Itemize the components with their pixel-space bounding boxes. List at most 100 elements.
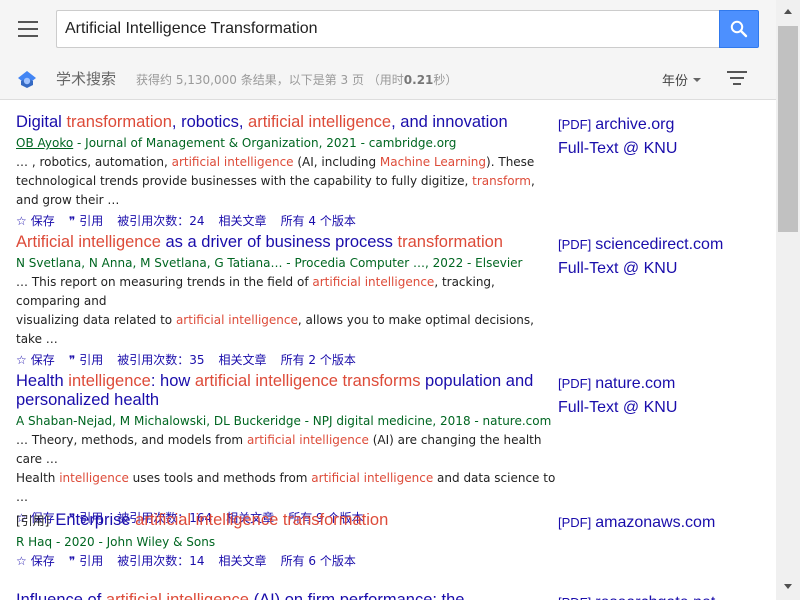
snippet-line: visualizing data related to artificial i… bbox=[16, 311, 561, 349]
caret-down-icon bbox=[693, 77, 702, 82]
snippet-line: … , robotics, automation, artificial int… bbox=[16, 153, 561, 172]
search-result: Artificial intelligence as a driver of b… bbox=[16, 233, 766, 368]
snippet-text: visualizing data related to bbox=[16, 313, 176, 327]
sub-bar: 学术搜索 获得约 5,130,000 条结果，以下是第 3 页 （用时0.21秒… bbox=[0, 58, 776, 100]
snippet-text: artificial intelligence bbox=[171, 155, 294, 169]
save-button[interactable]: ☆ 保存 bbox=[16, 353, 55, 367]
full-text-link[interactable]: Full-Text @ KNU bbox=[558, 396, 768, 420]
scrollbar[interactable] bbox=[776, 0, 800, 600]
snippet-text: … Theory, methods, and models from bbox=[16, 433, 247, 447]
scroll-up-arrow-icon[interactable] bbox=[784, 9, 792, 14]
result-title-link[interactable]: Digital transformation, robotics, artifi… bbox=[16, 113, 546, 132]
snippet-text: ). These bbox=[486, 155, 535, 169]
result-snippet: … Theory, methods, and models from artif… bbox=[16, 431, 561, 507]
save-button[interactable]: ☆ 保存 bbox=[16, 554, 55, 568]
quote-icon: ❞ bbox=[68, 353, 76, 367]
cite-label: 引用 bbox=[79, 554, 104, 568]
scholar-label[interactable]: 学术搜索 bbox=[56, 68, 116, 89]
title-text: Health bbox=[16, 372, 69, 390]
save-label: 保存 bbox=[30, 554, 55, 568]
result-meta: A Shaban-Nejad, M Michalowski, DL Bucker… bbox=[16, 413, 556, 429]
result-side-links: [PDF] researchgate.net bbox=[558, 591, 768, 600]
snippet-text: artificial intelligence bbox=[311, 471, 434, 485]
full-text-link[interactable]: [PDF] researchgate.net bbox=[558, 591, 768, 600]
snippet-text: artificial intelligence bbox=[312, 275, 435, 289]
title-text: , robotics, bbox=[171, 113, 249, 131]
quote-icon: ❞ bbox=[68, 214, 76, 228]
scholar-logo-icon[interactable] bbox=[17, 69, 37, 89]
full-text-link[interactable]: Full-Text @ KNU bbox=[558, 137, 768, 161]
title-text: artificial intelligence bbox=[105, 591, 249, 600]
search-input[interactable] bbox=[56, 10, 719, 48]
snippet-text: transform bbox=[472, 174, 531, 188]
result-stats: 获得约 5,130,000 条结果，以下是第 3 页 （用时0.21秒） bbox=[136, 73, 458, 87]
title-text: transformation bbox=[66, 113, 172, 131]
year-filter-dropdown[interactable]: 年份 bbox=[662, 70, 702, 89]
publication-info: R Haq - 2020 - John Wiley & Sons bbox=[16, 535, 216, 549]
title-text: Enterprise bbox=[55, 511, 136, 529]
cite-label: 引用 bbox=[79, 214, 104, 228]
title-text: , and innovation bbox=[391, 113, 508, 131]
search-button[interactable] bbox=[719, 10, 759, 48]
full-text-link[interactable]: [PDF] amazonaws.com bbox=[558, 511, 768, 535]
title-text: transformation bbox=[397, 233, 503, 251]
scrollbar-thumb[interactable] bbox=[778, 26, 798, 232]
title-text: artificial intelligence transformation bbox=[135, 511, 389, 529]
full-text-link[interactable]: [PDF] nature.com bbox=[558, 372, 768, 396]
cite-label: 引用 bbox=[79, 353, 104, 367]
search-result: Health intelligence: how artificial inte… bbox=[16, 372, 766, 526]
pdf-tag: [PDF] bbox=[558, 237, 592, 252]
all-versions-link[interactable]: 所有 6 个版本 bbox=[281, 554, 356, 568]
related-articles-link[interactable]: 相关文章 bbox=[219, 353, 267, 367]
title-text: (AI) on firm performance: the bbox=[248, 591, 465, 600]
snippet-text: technological trends provide businesses … bbox=[16, 174, 473, 188]
cite-button[interactable]: ❞ 引用 bbox=[69, 214, 103, 228]
author-link[interactable]: OB Ayoko bbox=[16, 136, 73, 150]
star-icon: ☆ bbox=[16, 214, 27, 228]
related-articles-link[interactable]: 相关文章 bbox=[219, 554, 267, 568]
link-text: Full-Text @ KNU bbox=[558, 140, 678, 157]
snippet-line: … Theory, methods, and models from artif… bbox=[16, 431, 561, 469]
save-button[interactable]: ☆ 保存 bbox=[16, 214, 55, 228]
title-text: : how bbox=[150, 372, 195, 390]
all-versions-link[interactable]: 所有 2 个版本 bbox=[281, 353, 356, 367]
publication-info: A Shaban-Nejad, M Michalowski, DL Bucker… bbox=[16, 414, 552, 428]
snippet-text: uses tools and methods from bbox=[128, 471, 312, 485]
result-meta: R Haq - 2020 - John Wiley & Sons bbox=[16, 534, 556, 550]
filter-icon[interactable] bbox=[727, 71, 747, 87]
hamburger-menu-icon[interactable] bbox=[18, 21, 38, 37]
result-meta: OB Ayoko - Journal of Management & Organ… bbox=[16, 135, 556, 151]
scroll-down-arrow-icon[interactable] bbox=[784, 584, 792, 589]
full-text-link[interactable]: [PDF] archive.org bbox=[558, 113, 768, 137]
full-text-link[interactable]: Full-Text @ KNU bbox=[558, 257, 768, 281]
title-text: Digital bbox=[16, 113, 67, 131]
cited-by-link[interactable]: 被引用次数：35 bbox=[117, 353, 204, 367]
result-meta: N Svetlana, N Anna, M Svetlana, G Tatian… bbox=[16, 255, 556, 271]
result-side-links: [PDF] sciencedirect.com Full-Text @ KNU bbox=[558, 233, 768, 281]
publication-info: N Svetlana, N Anna, M Svetlana, G Tatian… bbox=[16, 256, 523, 270]
snippet-text: artificial intelligence bbox=[175, 313, 298, 327]
cite-button[interactable]: ❞ 引用 bbox=[69, 353, 103, 367]
snippet-text: (AI, including bbox=[293, 155, 380, 169]
full-text-link[interactable]: [PDF] sciencedirect.com bbox=[558, 233, 768, 257]
cited-by-link[interactable]: 被引用次数：14 bbox=[117, 554, 204, 568]
pdf-tag: [PDF] bbox=[558, 117, 592, 132]
link-text: Full-Text @ KNU bbox=[558, 399, 678, 416]
result-title-link[interactable]: Health intelligence: how artificial inte… bbox=[16, 372, 546, 410]
cite-button[interactable]: ❞ 引用 bbox=[69, 554, 103, 568]
cited-by-link[interactable]: 被引用次数：24 bbox=[117, 214, 204, 228]
search-result: Influence of artificial intelligence (AI… bbox=[16, 591, 766, 600]
result-title-link[interactable]: Artificial intelligence as a driver of b… bbox=[16, 233, 546, 252]
search-result: Digital transformation, robotics, artifi… bbox=[16, 113, 766, 229]
pdf-tag: [PDF] bbox=[558, 376, 592, 391]
result-title-link[interactable]: [引用] Enterprise artificial intelligence t… bbox=[16, 511, 546, 531]
result-title-link[interactable]: Influence of artificial intelligence (AI… bbox=[16, 591, 546, 600]
citation-tag: [引用] bbox=[16, 514, 50, 528]
snippet-text: … This report on measuring trends in the… bbox=[16, 275, 313, 289]
pdf-tag: [PDF] bbox=[558, 515, 592, 530]
pdf-tag: [PDF] bbox=[558, 595, 591, 600]
publication-info: - Journal of Management & Organization, … bbox=[73, 136, 457, 150]
related-articles-link[interactable]: 相关文章 bbox=[219, 214, 267, 228]
all-versions-link[interactable]: 所有 4 个版本 bbox=[281, 214, 356, 228]
quote-icon: ❞ bbox=[68, 554, 76, 568]
